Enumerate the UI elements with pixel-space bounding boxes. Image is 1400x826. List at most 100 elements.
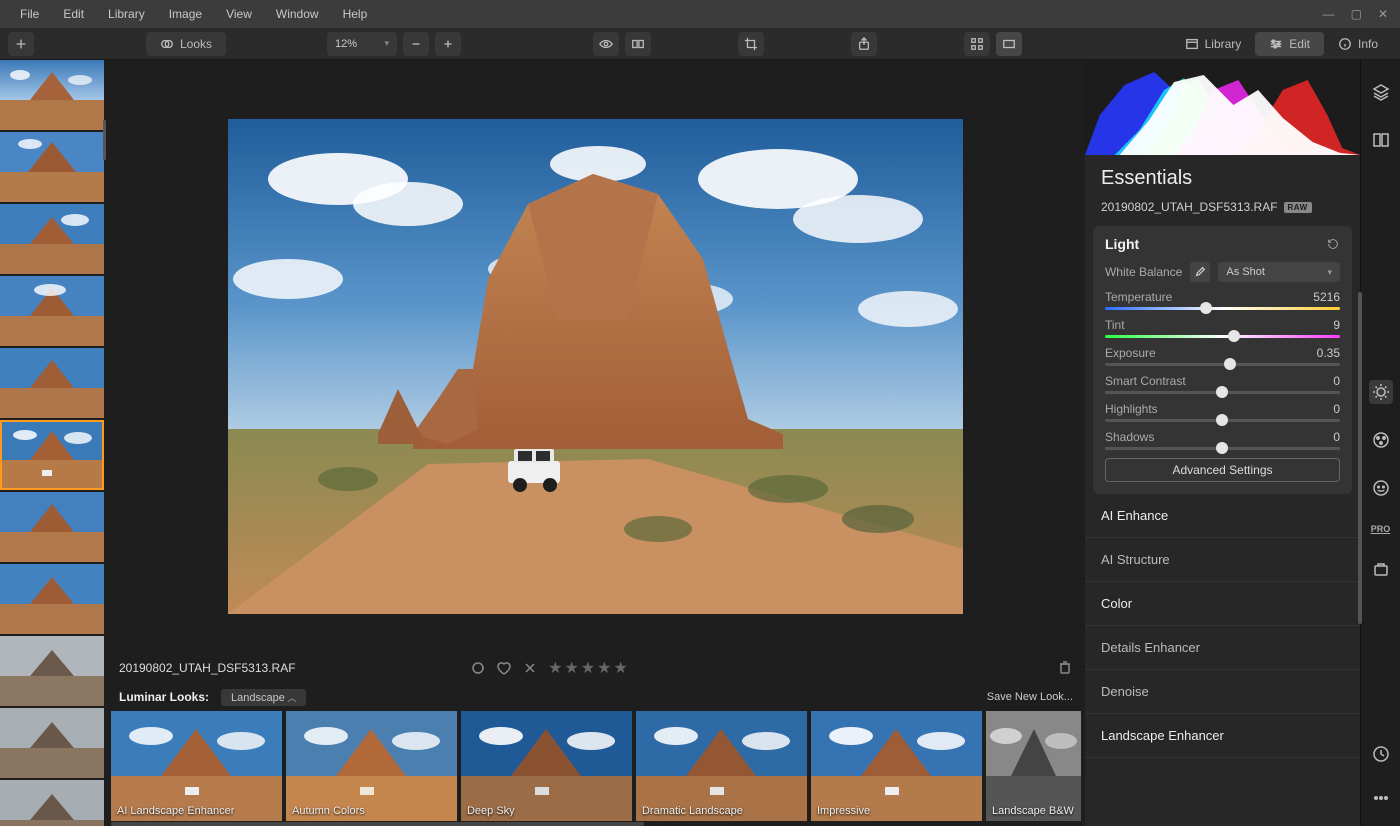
look-label: Autumn Colors: [292, 805, 365, 817]
slider-track[interactable]: [1105, 363, 1340, 366]
close-button[interactable]: ✕: [1374, 5, 1392, 23]
thumbnail-selected[interactable]: [0, 420, 104, 490]
slider-track[interactable]: [1105, 419, 1340, 422]
thumbnail[interactable]: [0, 492, 104, 562]
single-view-button[interactable]: [996, 32, 1022, 56]
thumbnail[interactable]: [0, 132, 104, 202]
thumbnail[interactable]: [0, 348, 104, 418]
wb-eyedropper[interactable]: [1190, 262, 1210, 282]
thumbnail[interactable]: [0, 60, 104, 130]
flag-icon[interactable]: [470, 660, 486, 676]
slider-track[interactable]: [1105, 447, 1340, 450]
canvas-icon[interactable]: [1369, 128, 1393, 152]
histogram[interactable]: [1085, 60, 1360, 155]
advanced-settings-button[interactable]: Advanced Settings: [1105, 458, 1340, 482]
file-name: 20190802_UTAH_DSF5313.RAF: [1101, 200, 1278, 214]
zoom-in-button[interactable]: [435, 32, 461, 56]
info-row: 20190802_UTAH_DSF5313.RAF ★★★★★: [107, 653, 1085, 683]
zoom-group: 12%: [327, 32, 461, 56]
slider-shadows: Shadows0: [1105, 430, 1340, 450]
thumbnail[interactable]: [0, 636, 104, 706]
section-details-enhancer[interactable]: Details Enhancer: [1085, 626, 1360, 670]
history-icon[interactable]: [1369, 742, 1393, 766]
compare-button[interactable]: [625, 32, 651, 56]
right-panel: Essentials 20190802_UTAH_DSF5313.RAF RAW…: [1085, 60, 1400, 826]
reject-icon[interactable]: [522, 660, 538, 676]
panel-title: Essentials: [1101, 167, 1344, 190]
look-tile[interactable]: AI Landscape Enhancer: [111, 711, 282, 821]
look-label: Landscape B&W: [992, 805, 1074, 817]
minimize-button[interactable]: —: [1319, 5, 1339, 23]
heart-icon[interactable]: [496, 660, 512, 676]
thumbnail[interactable]: [0, 276, 104, 346]
tab-library[interactable]: Library: [1171, 32, 1256, 56]
wb-select[interactable]: As Shot: [1218, 262, 1340, 282]
tab-edit[interactable]: Edit: [1255, 32, 1324, 56]
portrait-icon[interactable]: [1369, 476, 1393, 500]
slider-track[interactable]: [1105, 391, 1340, 394]
canvas-area[interactable]: [107, 60, 1085, 653]
look-tile[interactable]: Autumn Colors: [286, 711, 457, 821]
star-rating[interactable]: ★★★★★: [548, 658, 630, 678]
zoom-out-button[interactable]: [403, 32, 429, 56]
light-title: Light: [1105, 236, 1139, 252]
look-tile[interactable]: Dramatic Landscape: [636, 711, 807, 821]
add-button[interactable]: [8, 32, 34, 56]
looks-category-select[interactable]: Landscape: [221, 689, 306, 706]
zoom-select[interactable]: 12%: [327, 32, 397, 56]
creative-icon[interactable]: [1369, 428, 1393, 452]
slider-track[interactable]: [1105, 335, 1340, 338]
thumbnail[interactable]: [0, 204, 104, 274]
look-tile[interactable]: Landscape B&W: [986, 711, 1081, 821]
slider-highlights: Highlights0: [1105, 402, 1340, 422]
share-button[interactable]: [851, 32, 877, 56]
menu-list: File Edit Library Image View Window Help: [8, 3, 379, 25]
section-landscape-enhancer[interactable]: Landscape Enhancer: [1085, 714, 1360, 758]
thumbnail[interactable]: [0, 708, 104, 778]
more-icon[interactable]: [1369, 786, 1393, 810]
tab-info[interactable]: Info: [1324, 32, 1392, 56]
grid-view-button[interactable]: [964, 32, 990, 56]
menu-image[interactable]: Image: [157, 3, 214, 25]
right-rail: PRO: [1360, 60, 1400, 826]
looks-label: Looks: [180, 37, 212, 51]
mode-tabs: Library Edit Info: [1171, 32, 1392, 56]
looks-strip[interactable]: AI Landscape Enhancer Autumn Colors Deep…: [107, 711, 1085, 826]
looks-button[interactable]: Looks: [146, 32, 226, 56]
maximize-button[interactable]: ▢: [1347, 5, 1366, 23]
preview-button[interactable]: [593, 32, 619, 56]
pro-icon[interactable]: PRO: [1371, 524, 1391, 534]
menu-help[interactable]: Help: [331, 3, 380, 25]
canvas-image: [228, 119, 963, 614]
looks-scrollbar[interactable]: [111, 822, 1081, 826]
raw-badge: RAW: [1284, 202, 1312, 213]
section-color[interactable]: Color: [1085, 582, 1360, 626]
crop-button[interactable]: [738, 32, 764, 56]
thumbnail[interactable]: [0, 564, 104, 634]
thumbnail[interactable]: [0, 780, 104, 826]
save-look-button[interactable]: Save New Look...: [987, 691, 1073, 703]
menu-file[interactable]: File: [8, 3, 51, 25]
layers-icon[interactable]: [1369, 80, 1393, 104]
wb-label: White Balance: [1105, 265, 1182, 279]
section-denoise[interactable]: Denoise: [1085, 670, 1360, 714]
filmstrip[interactable]: [0, 60, 107, 826]
look-tile[interactable]: Impressive: [811, 711, 982, 821]
toolbar: Looks 12% Library Edit Info: [0, 28, 1400, 60]
section-ai-enhance[interactable]: AI Enhance: [1085, 494, 1360, 538]
section-ai-structure[interactable]: AI Structure: [1085, 538, 1360, 582]
panel-scrollbar[interactable]: [1358, 292, 1362, 624]
reset-icon[interactable]: [1326, 237, 1340, 251]
menu-edit[interactable]: Edit: [51, 3, 96, 25]
menu-library[interactable]: Library: [96, 3, 157, 25]
menu-view[interactable]: View: [214, 3, 264, 25]
delete-button[interactable]: [1057, 659, 1073, 678]
workspace-icon[interactable]: [1369, 558, 1393, 582]
essentials-icon[interactable]: [1369, 380, 1393, 404]
canvas-column: 20190802_UTAH_DSF5313.RAF ★★★★★ Luminar …: [107, 60, 1085, 826]
look-tile[interactable]: Deep Sky: [461, 711, 632, 821]
look-label: AI Landscape Enhancer: [117, 805, 234, 817]
menu-window[interactable]: Window: [264, 3, 331, 25]
slider-track[interactable]: [1105, 307, 1340, 310]
look-label: Deep Sky: [467, 805, 515, 817]
